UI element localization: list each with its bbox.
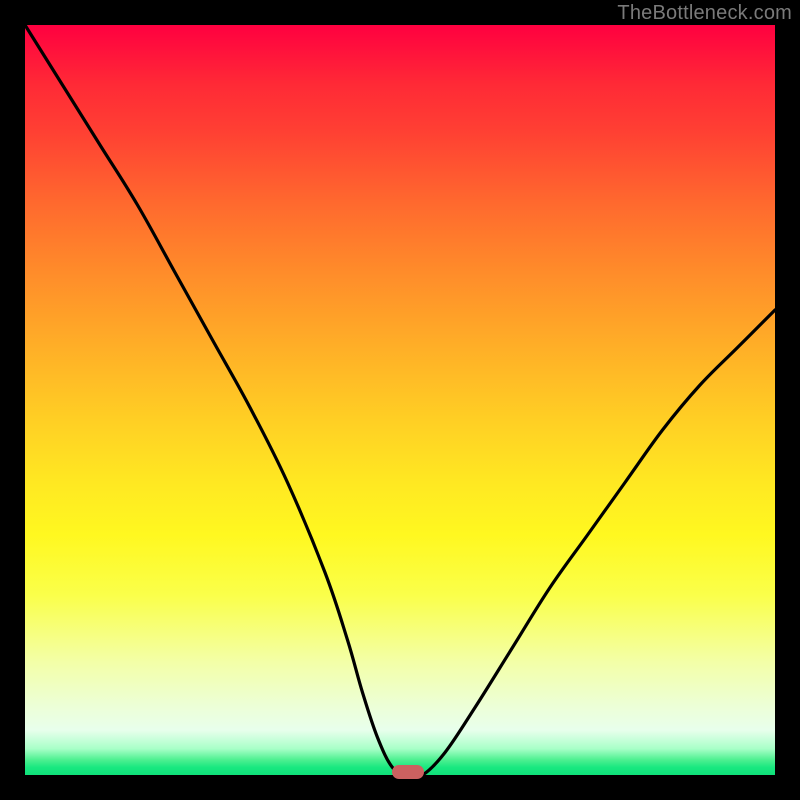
watermark-text: TheBottleneck.com — [617, 2, 792, 25]
chart-stage: TheBottleneck.com — [0, 0, 800, 800]
plot-area — [25, 25, 775, 775]
minimum-marker — [392, 765, 424, 779]
bottleneck-curve — [25, 25, 775, 777]
curve-svg — [25, 25, 775, 775]
